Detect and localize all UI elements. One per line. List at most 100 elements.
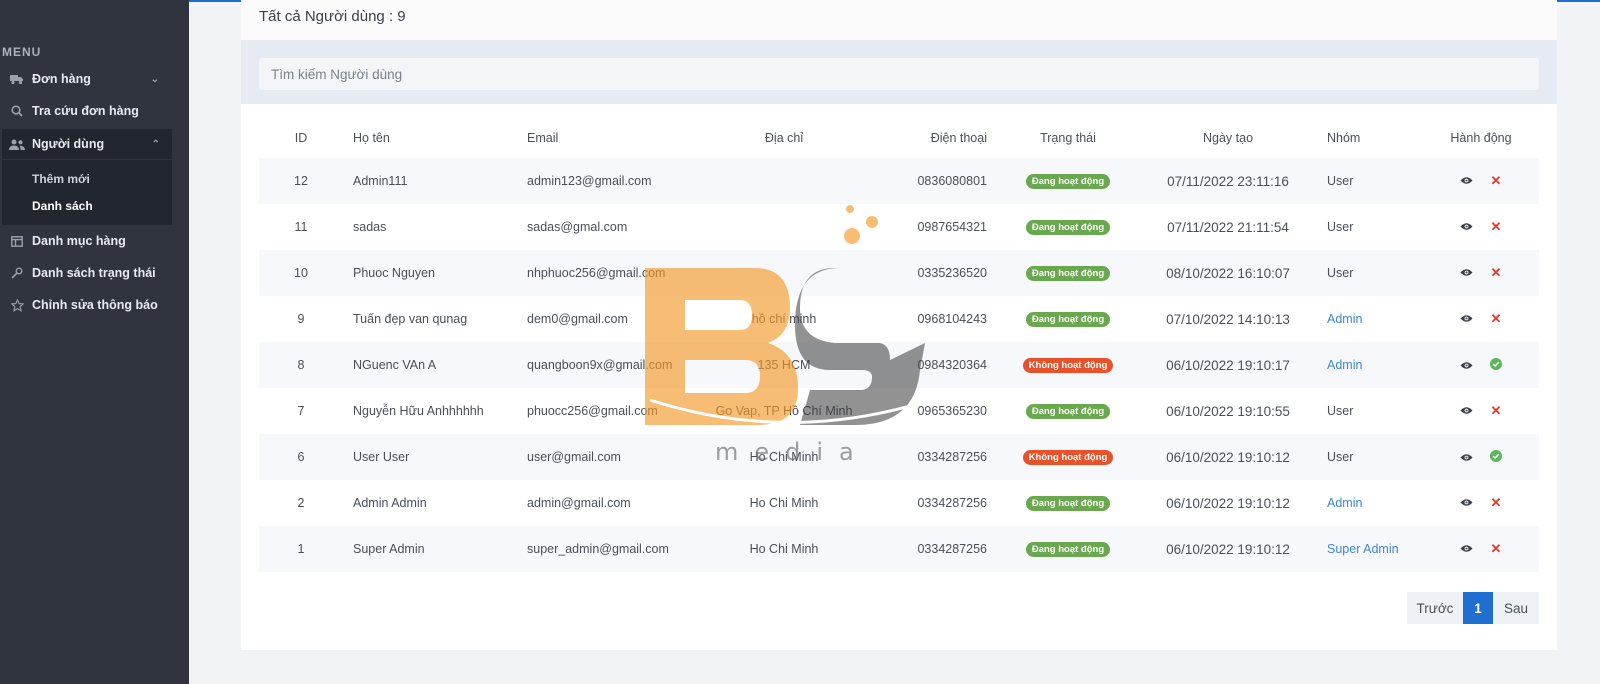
cell-status: Đang hoạt động bbox=[993, 296, 1143, 342]
submenu-item-list[interactable]: Danh sách bbox=[32, 199, 93, 213]
column-header-name[interactable]: Họ tên bbox=[343, 118, 521, 158]
cell-name: Admin111 bbox=[353, 174, 408, 188]
cell-status: Đang hoạt động bbox=[993, 388, 1143, 434]
users-table-card: ID Họ tên Email Địa chỉ Điện thoại Trạng… bbox=[241, 104, 1557, 650]
cell-id: 11 bbox=[294, 220, 308, 234]
deactivate-x-icon[interactable]: ✕ bbox=[1489, 541, 1503, 556]
cell-created: 07/10/2022 14:10:13 bbox=[1166, 311, 1290, 327]
cell-address bbox=[711, 204, 857, 250]
view-eye-icon[interactable] bbox=[1459, 174, 1473, 188]
table-row: 8 NGuenc VAn A quangboon9x@gmail.com 135 HC… bbox=[259, 342, 1539, 388]
pagination-next-button[interactable]: Sau bbox=[1493, 592, 1539, 624]
pagination-page-button[interactable]: 1 bbox=[1463, 592, 1493, 624]
cell-group[interactable]: Admin bbox=[1313, 296, 1423, 342]
cell-status: Đang hoạt động bbox=[993, 204, 1143, 250]
sidebar-item-edit-notice[interactable]: Chỉnh sửa thông báo bbox=[0, 290, 189, 320]
view-eye-icon[interactable] bbox=[1459, 542, 1473, 556]
view-eye-icon[interactable] bbox=[1459, 451, 1473, 465]
table-row: 12 Admin111 admin123@gmail.com 0836080801 Đa… bbox=[259, 158, 1539, 204]
cell-id: 7 bbox=[297, 404, 305, 418]
deactivate-x-icon[interactable]: ✕ bbox=[1489, 403, 1503, 418]
table-row: 7 Nguyễn Hữu Anhhhhhh phuocc256@gmail.com G… bbox=[259, 388, 1539, 434]
column-header-status[interactable]: Trạng thái bbox=[993, 118, 1143, 158]
deactivate-x-icon[interactable]: ✕ bbox=[1489, 173, 1503, 188]
cell-name: sadas bbox=[353, 220, 387, 234]
cell-id: 2 bbox=[297, 496, 305, 510]
truck-icon bbox=[9, 74, 25, 85]
cell-group: User bbox=[1327, 220, 1354, 234]
cell-id: 10 bbox=[294, 266, 308, 280]
sidebar-item-orders[interactable]: Đơn hàng ⌄ bbox=[0, 64, 189, 94]
column-header-phone[interactable]: Điện thoại bbox=[857, 118, 993, 158]
sidebar-item-users[interactable]: Người dùng ⌃ bbox=[2, 129, 172, 159]
cell-group[interactable]: Admin bbox=[1313, 480, 1423, 526]
cell-created: 08/10/2022 16:10:07 bbox=[1166, 265, 1290, 281]
search-input[interactable] bbox=[259, 58, 1539, 90]
status-badge: Đang hoạt động bbox=[1025, 542, 1111, 557]
deactivate-x-icon[interactable]: ✕ bbox=[1489, 219, 1503, 234]
column-header-created[interactable]: Ngày tạo bbox=[1143, 118, 1313, 158]
column-header-id[interactable]: ID bbox=[259, 118, 343, 158]
cell-group[interactable]: Admin bbox=[1313, 342, 1423, 388]
cell-created: 07/11/2022 21:11:54 bbox=[1167, 219, 1289, 235]
sidebar-item-label: Người dùng bbox=[32, 137, 105, 151]
sidebar-item-order-lookup[interactable]: Tra cứu đơn hàng bbox=[0, 96, 189, 126]
cell-created: 06/10/2022 19:10:12 bbox=[1166, 541, 1290, 557]
view-eye-icon[interactable] bbox=[1459, 496, 1473, 510]
column-header-actions: Hành động bbox=[1450, 131, 1512, 145]
deactivate-x-icon[interactable]: ✕ bbox=[1489, 265, 1503, 280]
search-icon bbox=[9, 105, 25, 117]
cell-phone: 0965365230 bbox=[917, 404, 987, 418]
cell-address bbox=[711, 158, 857, 204]
sidebar-item-label: Đơn hàng bbox=[32, 72, 91, 86]
view-eye-icon[interactable] bbox=[1459, 220, 1473, 234]
cell-phone: 0334287256 bbox=[917, 496, 987, 510]
wrench-icon bbox=[9, 267, 25, 279]
cell-email: super_admin@gmail.com bbox=[527, 542, 669, 556]
cell-name: Nguyễn Hữu Anhhhhhh bbox=[353, 404, 484, 418]
cell-id: 9 bbox=[297, 312, 305, 326]
cell-id: 12 bbox=[294, 174, 308, 188]
cell-email: nhphuoc256@gmail.com bbox=[527, 266, 666, 280]
deactivate-x-icon[interactable]: ✕ bbox=[1489, 495, 1503, 510]
view-eye-icon[interactable] bbox=[1459, 359, 1473, 373]
cell-group: User bbox=[1327, 266, 1354, 280]
cell-address: Ho Chi Minh bbox=[749, 496, 819, 510]
deactivate-x-icon[interactable]: ✕ bbox=[1489, 311, 1503, 326]
cell-group[interactable]: Super Admin bbox=[1313, 526, 1423, 572]
cell-created: 06/10/2022 19:10:12 bbox=[1166, 495, 1290, 511]
table-header-row: ID Họ tên Email Địa chỉ Điện thoại Trạng… bbox=[259, 118, 1539, 158]
sidebar-item-label: Chỉnh sửa thông báo bbox=[32, 298, 158, 312]
column-header-email[interactable]: Email bbox=[521, 118, 711, 158]
pagination: Trước 1 Sau bbox=[1407, 592, 1539, 624]
cell-group: User bbox=[1327, 174, 1354, 188]
page-title: Tất cả Người dùng : 9 bbox=[259, 8, 406, 25]
cell-actions: ✕ bbox=[1423, 204, 1539, 250]
pagination-prev-button[interactable]: Trước bbox=[1407, 592, 1463, 624]
view-eye-icon[interactable] bbox=[1459, 404, 1473, 418]
submenu-item-add-new[interactable]: Thêm mới bbox=[32, 172, 90, 186]
sidebar: MENU Đơn hàng ⌄ Tra cứu đơn hàng Người d… bbox=[0, 0, 189, 684]
activate-check-icon[interactable] bbox=[1489, 449, 1503, 463]
view-eye-icon[interactable] bbox=[1459, 266, 1473, 280]
column-header-address[interactable]: Địa chỉ bbox=[711, 118, 857, 158]
table-row: 2 Admin Admin admin@gmail.com Ho Chi Minh 03… bbox=[259, 480, 1539, 526]
cell-address: hồ chí minh bbox=[751, 312, 817, 326]
view-eye-icon[interactable] bbox=[1459, 312, 1473, 326]
table-row: 10 Phuoc Nguyen nhphuoc256@gmail.com 033523… bbox=[259, 250, 1539, 296]
status-badge: Không hoạt động bbox=[1022, 358, 1114, 373]
column-header-group[interactable]: Nhóm bbox=[1313, 118, 1423, 158]
cell-actions bbox=[1423, 434, 1539, 480]
cell-actions bbox=[1423, 342, 1539, 388]
cell-phone: 0987654321 bbox=[917, 220, 987, 234]
cell-created: 06/10/2022 19:10:17 bbox=[1166, 357, 1290, 373]
cell-phone: 0334287256 bbox=[917, 450, 987, 464]
sidebar-item-status-list[interactable]: Danh sách trạng thái bbox=[0, 258, 189, 288]
cell-name: Super Admin bbox=[353, 542, 425, 556]
table-icon bbox=[9, 235, 25, 247]
activate-check-icon[interactable] bbox=[1489, 357, 1503, 371]
cell-actions: ✕ bbox=[1423, 250, 1539, 296]
cell-name: NGuenc VAn A bbox=[353, 358, 437, 372]
table-row: 1 Super Admin super_admin@gmail.com Ho Chi … bbox=[259, 526, 1539, 572]
sidebar-item-categories[interactable]: Danh mục hàng bbox=[0, 226, 189, 256]
